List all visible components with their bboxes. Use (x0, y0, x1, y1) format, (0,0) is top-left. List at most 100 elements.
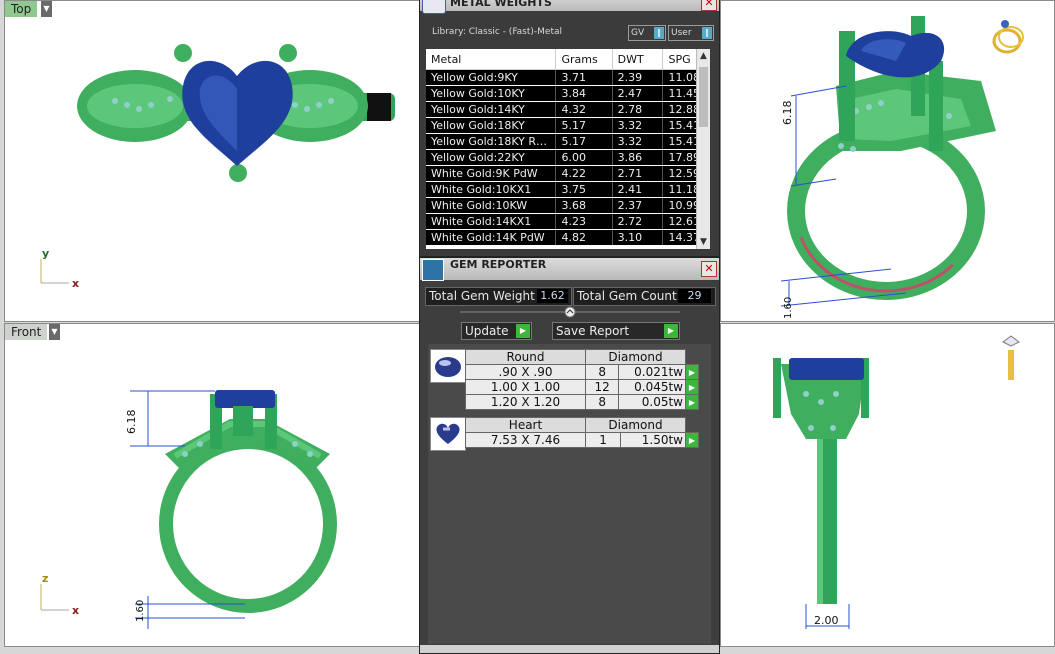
gem-row[interactable]: 1.20 X 1.20 8 0.05tw ▶ (465, 394, 699, 410)
gem-count: 8 (584, 364, 620, 380)
gem-size: 7.53 X 7.46 (465, 432, 586, 448)
ring-perspective-render (780, 16, 1024, 307)
update-label: Update (465, 324, 509, 338)
close-icon[interactable]: ✕ (701, 261, 717, 277)
update-button[interactable]: Update ▶ (461, 322, 532, 340)
library-label: Library: Classic - (Fast)-Metal (432, 27, 563, 37)
viewport-right[interactable]: 2.00 (720, 323, 1055, 647)
gem-material-label: Diamond (585, 349, 686, 365)
axis-gizmo-top (40, 259, 69, 284)
user-toggle-knob-icon[interactable]: ‖ (702, 27, 712, 39)
panel-title: METAL WEIGHTS (450, 0, 552, 9)
axis-label-x: x (72, 277, 80, 290)
user-toggle[interactable]: User ‖ (668, 25, 714, 41)
metal-dwt: 3.86 (612, 149, 664, 166)
viewport-front[interactable]: Front ▼ 6.18 1.60 z x (4, 323, 420, 647)
column-header[interactable]: Metal (426, 49, 557, 70)
gem-reporter-icon (422, 259, 444, 281)
metal-row[interactable]: White Gold:10KW 3.68 2.37 10.99 (426, 197, 709, 214)
splitter-handle-icon[interactable] (460, 306, 680, 318)
gem-material-label: Diamond (585, 417, 686, 433)
metal-name: Yellow Gold:14KY (426, 101, 557, 118)
metal-row[interactable]: Yellow Gold:9KY 3.71 2.39 11.08 (426, 69, 709, 86)
metal-row[interactable]: Yellow Gold:22KY 6.00 3.86 17.89 (426, 149, 709, 166)
gem-reporter-titlebar[interactable]: GEM REPORTER ✕ (420, 258, 719, 281)
metal-name: Yellow Gold:22KY (426, 149, 557, 166)
heart-gem-thumbnail-icon[interactable] (430, 417, 466, 451)
column-header[interactable]: DWT (612, 49, 664, 70)
dimension-label-width: 2.00 (814, 614, 839, 627)
gem-reporter-panel[interactable]: GEM REPORTER ✕ Total Gem Weight 1.62 Tot… (419, 257, 720, 654)
gem-count: 8 (584, 394, 620, 410)
scroll-up-icon[interactable]: ▲ (698, 51, 709, 61)
total-gem-weight-label: Total Gem Weight (429, 289, 535, 303)
metal-icon (422, 0, 446, 14)
metal-table-scrollbar[interactable]: ▲ ▼ (696, 49, 710, 249)
viewport-perspective[interactable]: 6.18 1.60 (720, 0, 1055, 322)
dimension-label-base: 1.60 (783, 296, 794, 319)
metal-weights-panel[interactable]: METAL WEIGHTS ✕ Library: Classic - (Fast… (419, 0, 720, 257)
metal-row[interactable]: Yellow Gold:14KY 4.32 2.78 12.88 (426, 101, 709, 118)
total-gem-weight: Total Gem Weight 1.62 (425, 287, 572, 306)
total-gem-weight-value: 1.62 (537, 289, 568, 303)
metal-name: White Gold:14K PdW (426, 229, 557, 246)
viewport-menu-chevron-icon[interactable]: ▼ (49, 324, 60, 340)
metal-row[interactable]: White Gold:14KX1 4.23 2.72 12.61 (426, 213, 709, 230)
metal-table: Metal Grams DWT SPG Yellow Gold:9KY 3.71 2… (426, 49, 709, 249)
metal-row[interactable]: White Gold:10KX1 3.75 2.41 11.18 (426, 181, 709, 198)
play-icon: ▶ (516, 324, 530, 338)
total-gem-count-label: Total Gem Count (577, 289, 677, 303)
axis-label-y: y (42, 247, 50, 260)
metal-dwt: 3.32 (612, 117, 664, 134)
gem-row[interactable]: 1.00 X 1.00 12 0.045tw ▶ (465, 379, 699, 395)
gem-size: .90 X .90 (465, 364, 586, 380)
total-gem-count-value: 29 (678, 289, 711, 303)
metal-grams: 3.68 (555, 197, 613, 214)
dimension-label-height: 6.18 (781, 100, 794, 126)
heart-gem-table: Heart Diamond 7.53 X 7.46 1 1.50tw ▶ (465, 417, 699, 448)
metal-name: White Gold:14KX1 (426, 213, 557, 230)
save-report-button[interactable]: Save Report ▶ (552, 322, 680, 340)
total-gem-count: Total Gem Count 29 (573, 287, 716, 306)
metal-dwt: 2.37 (612, 197, 664, 214)
select-gems-icon[interactable]: ▶ (685, 394, 699, 410)
round-gem-thumbnail-icon[interactable] (430, 349, 466, 383)
metal-grams: 3.71 (555, 69, 613, 86)
gem-weight: 0.05tw (618, 394, 686, 410)
scrollbar-thumb[interactable] (699, 67, 708, 127)
metal-grams: 6.00 (555, 149, 613, 166)
metal-dwt: 2.78 (612, 101, 664, 118)
play-icon: ▶ (664, 324, 678, 338)
user-label: User (671, 28, 692, 38)
axis-label-x: x (72, 604, 80, 617)
scroll-down-icon[interactable]: ▼ (698, 237, 709, 247)
metal-row[interactable]: Yellow Gold:18KY R… 5.17 3.32 15.41 (426, 133, 709, 150)
metal-row[interactable]: White Gold:9K PdW 4.22 2.71 12.59 (426, 165, 709, 182)
gem-row[interactable]: 7.53 X 7.46 1 1.50tw ▶ (465, 432, 699, 448)
dimension-label-shank: 1.60 (135, 599, 146, 622)
metal-grams: 5.17 (555, 117, 613, 134)
metal-name: White Gold:10KX1 (426, 181, 557, 198)
metal-row[interactable]: White Gold:14K PdW 4.82 3.10 14.37 (426, 229, 709, 246)
gem-row[interactable]: .90 X .90 8 0.021tw ▶ (465, 364, 699, 380)
select-gems-icon[interactable]: ▶ (685, 432, 699, 448)
metal-weights-titlebar[interactable]: METAL WEIGHTS ✕ (420, 0, 719, 14)
column-header[interactable]: Grams (555, 49, 613, 70)
select-gems-icon[interactable]: ▶ (685, 379, 699, 395)
gem-shape-label: Round (465, 349, 586, 365)
gv-toggle-knob-icon[interactable]: ‖ (654, 27, 664, 39)
gem-count: 12 (584, 379, 620, 395)
metal-dwt: 2.71 (612, 165, 664, 182)
metal-row[interactable]: Yellow Gold:10KY 3.84 2.47 11.45 (426, 85, 709, 102)
metal-row[interactable]: Yellow Gold:18KY 5.17 3.32 15.41 (426, 117, 709, 134)
close-icon[interactable]: ✕ (701, 0, 717, 11)
gv-label: GV (631, 28, 645, 38)
select-gems-icon[interactable]: ▶ (685, 364, 699, 380)
metal-grams: 3.75 (555, 181, 613, 198)
gv-toggle[interactable]: GV ‖ (628, 25, 666, 41)
metal-name: White Gold:10KW (426, 197, 557, 214)
viewport-top[interactable]: Top ▼ y x (4, 0, 420, 322)
metal-grams: 5.17 (555, 133, 613, 150)
viewport-label-front[interactable]: Front (5, 324, 48, 340)
gem-weight: 0.045tw (618, 379, 686, 395)
